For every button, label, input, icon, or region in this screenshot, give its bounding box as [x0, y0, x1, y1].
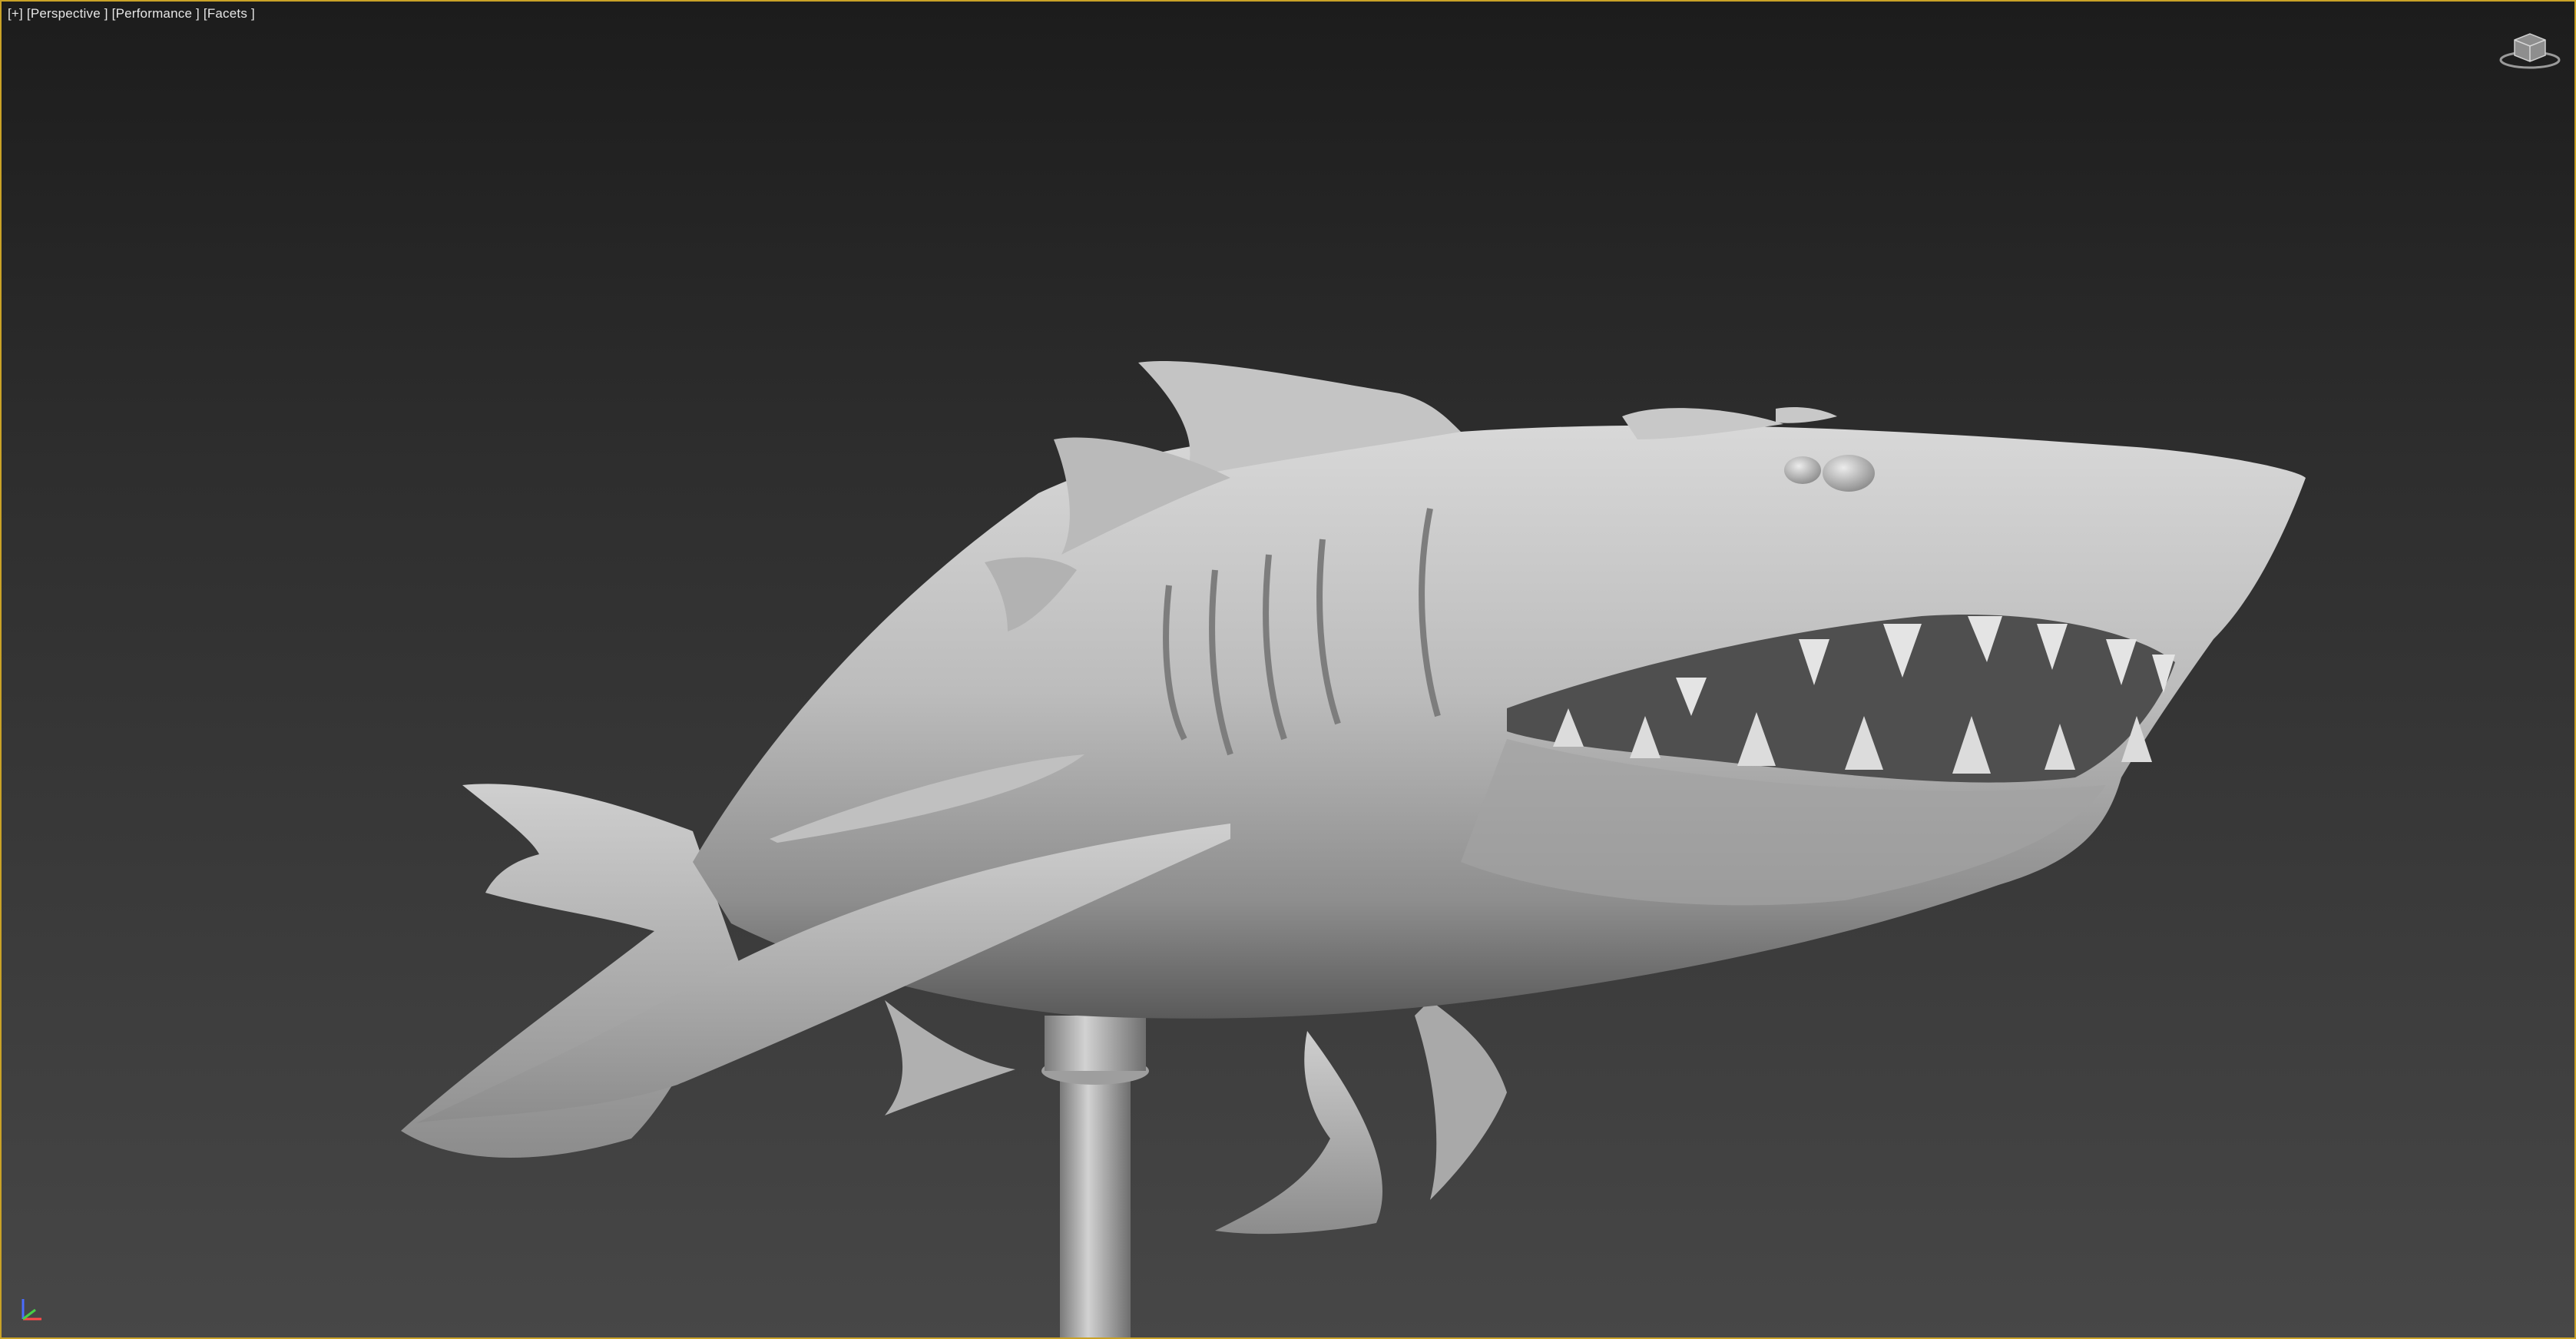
viewcube-icon[interactable] — [2496, 25, 2564, 71]
stand-pole — [1041, 1016, 1149, 1337]
shark-eye-right — [1823, 455, 1875, 492]
pelvic-fin-right — [1215, 1031, 1382, 1235]
shark-eye-left — [1784, 456, 1821, 484]
axis-tripod-icon — [22, 1299, 41, 1321]
shark-model[interactable] — [2, 2, 2574, 1337]
perspective-viewport[interactable]: [+] [Perspective ] [Performance ] [Facet… — [0, 0, 2576, 1339]
